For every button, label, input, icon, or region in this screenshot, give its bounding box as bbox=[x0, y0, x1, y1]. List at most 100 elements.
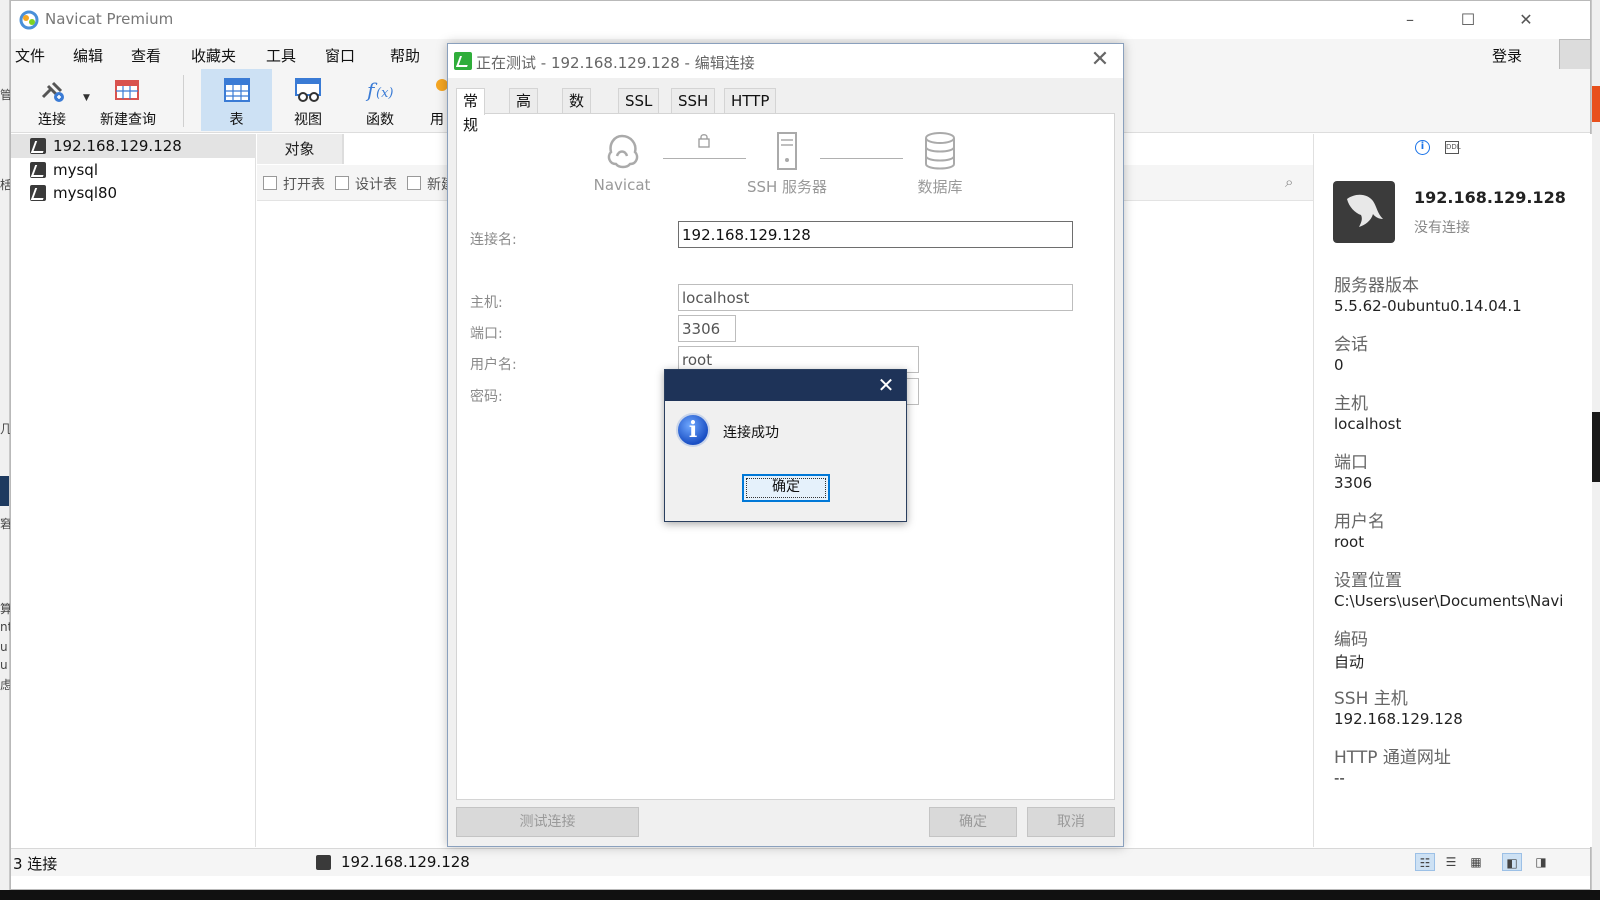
info-label: 会话 bbox=[1334, 335, 1368, 355]
taskbar-strip bbox=[0, 890, 1600, 900]
background-window-left: 管 栝 几 窘 算 nt u u 虑 bbox=[0, 0, 12, 900]
svg-text:(x): (x) bbox=[376, 86, 393, 101]
port-label: 端口: bbox=[470, 326, 503, 342]
new-query-icon bbox=[115, 80, 139, 100]
tab-objects[interactable]: 对象 bbox=[257, 134, 343, 164]
user-icon bbox=[436, 79, 448, 91]
mysql-connection-icon bbox=[30, 162, 46, 178]
avatar[interactable] bbox=[1559, 39, 1591, 71]
right-panel-icon[interactable]: ◨ bbox=[1531, 853, 1551, 871]
message-text: 连接成功 bbox=[723, 425, 779, 441]
view-label: 视图 bbox=[294, 112, 322, 128]
info-label: 设置位置 bbox=[1334, 571, 1402, 591]
connection-sidebar: 192.168.129.128 mysql mysql80 bbox=[11, 134, 256, 847]
connect-dropdown-icon[interactable]: ▼ bbox=[83, 93, 90, 103]
info-label: 主机 bbox=[1334, 394, 1368, 414]
connection-name: 192.168.129.128 bbox=[53, 137, 182, 155]
function-icon: f (x) bbox=[365, 78, 393, 102]
design-table-button[interactable]: 设计表 bbox=[335, 174, 397, 194]
navicat-logo-icon bbox=[19, 10, 39, 30]
navicat-node-label: Navicat bbox=[593, 176, 651, 194]
new-table-icon bbox=[407, 176, 421, 190]
connection-name-label: 连接名: bbox=[470, 232, 517, 248]
connection-item[interactable]: mysql80 bbox=[11, 181, 256, 205]
mysql-connection-icon bbox=[30, 185, 46, 201]
menu-window[interactable]: 窗口 bbox=[325, 45, 355, 66]
connection-name-input[interactable] bbox=[678, 221, 1073, 248]
username-label: 用户名: bbox=[470, 357, 517, 373]
user-label: 用 bbox=[430, 112, 444, 128]
info-connection-name: 192.168.129.128 bbox=[1414, 188, 1566, 207]
menu-edit[interactable]: 编辑 bbox=[73, 45, 103, 66]
menu-help[interactable]: 帮助 bbox=[390, 45, 420, 66]
info-value: root bbox=[1334, 533, 1365, 551]
menu-file[interactable]: 文件 bbox=[15, 45, 45, 66]
connection-item[interactable]: 192.168.129.128 bbox=[11, 134, 256, 158]
info-connection-status: 没有连接 bbox=[1414, 220, 1470, 236]
ssh-server-node: SSH 服务器 bbox=[737, 130, 837, 197]
database-node: 数据库 bbox=[905, 130, 975, 197]
cancel-button[interactable]: 取消 bbox=[1027, 807, 1115, 837]
tab-advanced[interactable]: 高级 bbox=[509, 88, 539, 134]
table-icon bbox=[223, 78, 250, 102]
tab-ssh[interactable]: SSH bbox=[671, 88, 716, 114]
database-node-label: 数据库 bbox=[917, 178, 963, 196]
menu-view[interactable]: 查看 bbox=[131, 45, 161, 66]
new-query-button[interactable]: 新建查询 bbox=[95, 69, 161, 131]
database-icon bbox=[925, 132, 955, 170]
ddl-icon[interactable]: DDL bbox=[1445, 141, 1461, 154]
close-button[interactable]: ✕ bbox=[1503, 6, 1549, 34]
new-query-label: 新建查询 bbox=[100, 112, 156, 128]
flow-connector bbox=[663, 158, 746, 159]
port-input[interactable] bbox=[678, 315, 736, 342]
host-label: 主机: bbox=[470, 295, 503, 311]
connection-name: mysql80 bbox=[53, 184, 118, 202]
open-table-button[interactable]: 打开表 bbox=[263, 174, 325, 194]
window-title: Navicat Premium bbox=[45, 10, 174, 28]
host-input[interactable] bbox=[678, 284, 1073, 311]
connection-item[interactable]: mysql bbox=[11, 158, 256, 182]
user-button[interactable]: 用 bbox=[425, 69, 449, 131]
grid-view-icon[interactable]: ▦ bbox=[1466, 853, 1486, 871]
info-panel: i DDL 192.168.129.128 没有连接 服务器版本 5.5.62-… bbox=[1313, 134, 1592, 847]
connect-button[interactable]: 连接 bbox=[25, 69, 79, 131]
ok-button[interactable]: 确定 bbox=[929, 807, 1017, 837]
maximize-button[interactable]: ☐ bbox=[1445, 6, 1491, 34]
function-label: 函数 bbox=[366, 112, 394, 128]
info-label: 服务器版本 bbox=[1334, 276, 1419, 296]
test-connection-button[interactable]: 测试连接 bbox=[456, 807, 639, 837]
login-link[interactable]: 登录 bbox=[1492, 45, 1522, 66]
search-icon[interactable]: ⌕ bbox=[1285, 173, 1293, 191]
info-label: 编码 bbox=[1334, 630, 1368, 650]
menu-favorites[interactable]: 收藏夹 bbox=[191, 45, 236, 66]
lock-icon bbox=[698, 134, 710, 148]
table-button[interactable]: 表 bbox=[201, 69, 272, 131]
design-table-icon bbox=[335, 176, 349, 190]
view-button[interactable]: 视图 bbox=[275, 69, 341, 131]
open-table-label: 打开表 bbox=[283, 177, 325, 193]
info-value: C:\Users\user\Documents\Navi bbox=[1334, 592, 1564, 610]
info-value: -- bbox=[1334, 769, 1345, 787]
dialog-close-icon[interactable]: ✕ bbox=[1087, 47, 1113, 72]
minimize-button[interactable]: – bbox=[1387, 6, 1433, 34]
toolbar-divider bbox=[183, 75, 184, 127]
tab-http[interactable]: HTTP bbox=[724, 88, 777, 114]
mysql-dolphin-icon bbox=[1333, 181, 1395, 243]
detail-view-icon[interactable]: ☰ bbox=[1441, 853, 1461, 871]
message-ok-button[interactable]: 确定 bbox=[742, 474, 830, 502]
tab-general[interactable]: 常规 bbox=[456, 88, 486, 134]
tab-ssl[interactable]: SSL bbox=[618, 88, 660, 114]
left-panel-icon[interactable]: ◧ bbox=[1502, 853, 1522, 871]
message-close-icon[interactable]: ✕ bbox=[874, 373, 898, 397]
title-bar: Navicat Premium – ☐ ✕ bbox=[11, 1, 1590, 39]
list-view-icon[interactable]: ☷ bbox=[1415, 853, 1435, 871]
function-button[interactable]: f (x) 函数 bbox=[347, 69, 413, 131]
current-connection: 192.168.129.128 bbox=[341, 853, 470, 871]
connection-count: 3 连接 bbox=[13, 855, 58, 873]
tab-databases[interactable]: 数据库 bbox=[562, 88, 592, 158]
dialog-title-bar: 正在测试 - 192.168.129.128 - 编辑连接 ✕ bbox=[448, 44, 1123, 78]
info-icon[interactable]: i bbox=[1415, 140, 1430, 155]
menu-tools[interactable]: 工具 bbox=[266, 45, 296, 66]
info-label: 端口 bbox=[1334, 453, 1368, 473]
info-value: 5.5.62-0ubuntu0.14.04.1 bbox=[1334, 297, 1522, 315]
